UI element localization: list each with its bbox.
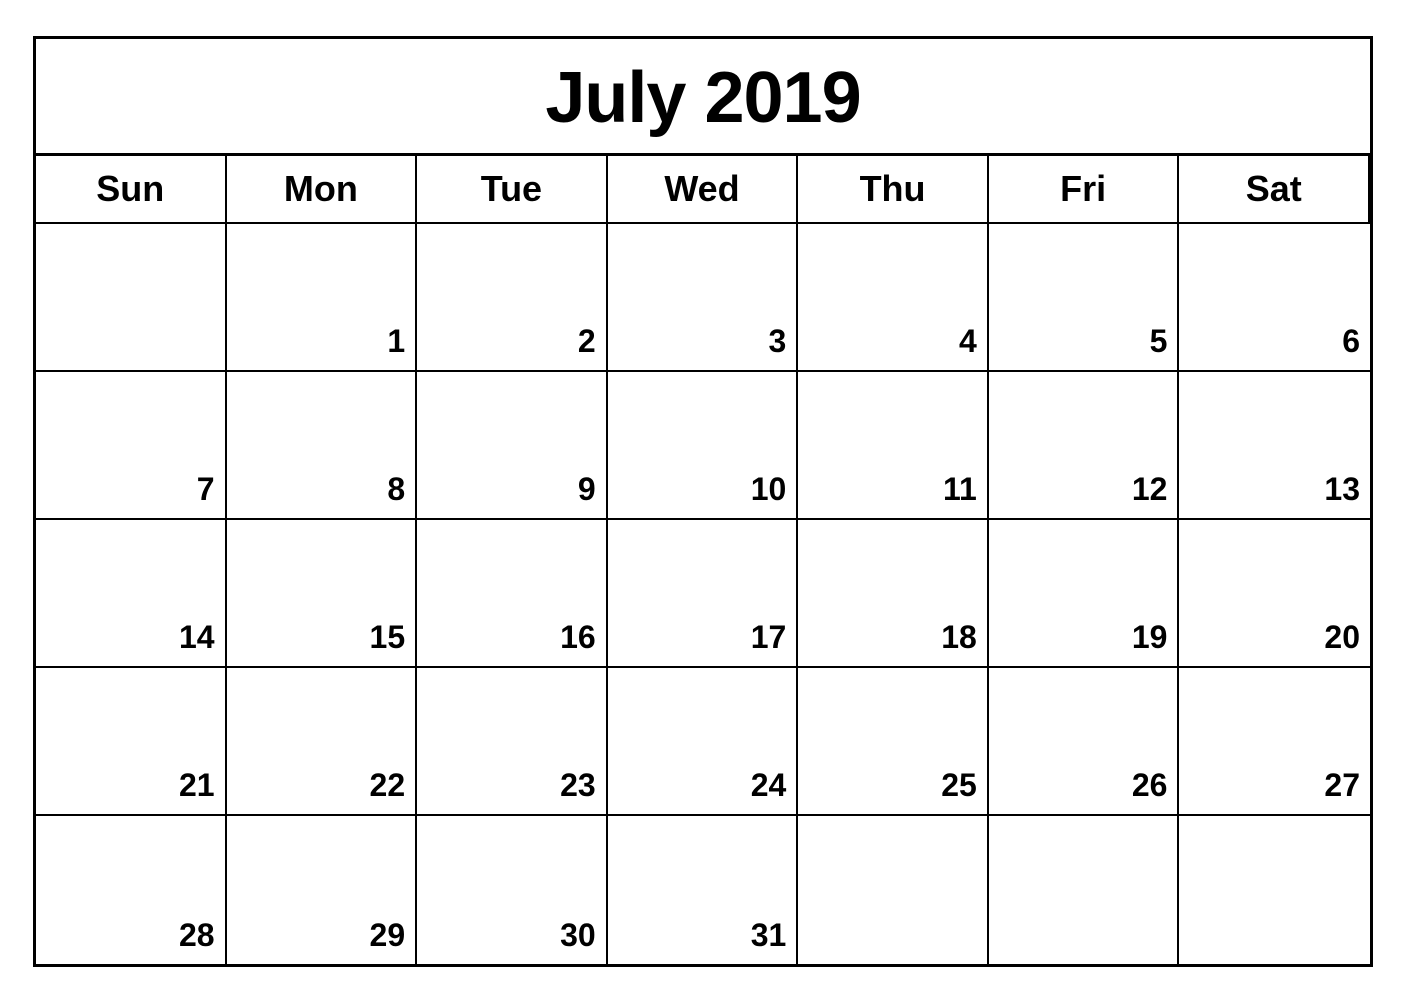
day-number: 13 — [1324, 471, 1360, 508]
day-cell[interactable]: 31 — [608, 816, 799, 964]
calendar-title: July 2019 — [36, 39, 1370, 156]
day-number: 12 — [1132, 471, 1168, 508]
day-number: 27 — [1324, 767, 1360, 804]
day-cell[interactable]: 1 — [227, 224, 418, 372]
day-header-fri: Fri — [989, 156, 1180, 224]
day-cell[interactable]: 25 — [798, 668, 989, 816]
calendar-grid: SunMonTueWedThuFriSat1234567891011121314… — [36, 156, 1370, 964]
day-number: 2 — [578, 323, 596, 360]
day-cell[interactable] — [1179, 816, 1370, 964]
day-cell[interactable]: 7 — [36, 372, 227, 520]
day-cell[interactable] — [989, 816, 1180, 964]
day-number: 22 — [370, 767, 406, 804]
day-number: 26 — [1132, 767, 1168, 804]
day-number: 28 — [179, 917, 215, 954]
day-cell[interactable]: 28 — [36, 816, 227, 964]
day-cell[interactable]: 16 — [417, 520, 608, 668]
day-number: 19 — [1132, 619, 1168, 656]
day-header-tue: Tue — [417, 156, 608, 224]
calendar: July 2019 SunMonTueWedThuFriSat123456789… — [33, 36, 1373, 967]
day-number: 17 — [751, 619, 787, 656]
day-number: 11 — [943, 471, 977, 508]
day-number: 25 — [941, 767, 977, 804]
day-number: 31 — [751, 917, 787, 954]
day-cell[interactable]: 24 — [608, 668, 799, 816]
day-cell[interactable]: 27 — [1179, 668, 1370, 816]
day-number: 20 — [1324, 619, 1360, 656]
day-cell[interactable]: 26 — [989, 668, 1180, 816]
day-number: 21 — [179, 767, 215, 804]
day-number: 29 — [370, 917, 406, 954]
day-cell[interactable]: 22 — [227, 668, 418, 816]
day-cell[interactable]: 20 — [1179, 520, 1370, 668]
day-header-thu: Thu — [798, 156, 989, 224]
day-cell[interactable]: 13 — [1179, 372, 1370, 520]
day-header-wed: Wed — [608, 156, 799, 224]
day-number: 8 — [387, 471, 405, 508]
day-number: 4 — [959, 323, 977, 360]
day-header-sat: Sat — [1179, 156, 1370, 224]
day-cell[interactable]: 29 — [227, 816, 418, 964]
day-number: 7 — [197, 471, 215, 508]
day-number: 1 — [387, 323, 405, 360]
day-number: 14 — [179, 619, 215, 656]
day-cell[interactable]: 14 — [36, 520, 227, 668]
day-cell[interactable]: 30 — [417, 816, 608, 964]
day-number: 5 — [1150, 323, 1168, 360]
day-number: 30 — [560, 917, 596, 954]
day-number: 23 — [560, 767, 596, 804]
day-number: 6 — [1342, 323, 1360, 360]
day-cell[interactable]: 19 — [989, 520, 1180, 668]
day-cell[interactable] — [36, 224, 227, 372]
day-cell[interactable]: 18 — [798, 520, 989, 668]
day-cell[interactable]: 8 — [227, 372, 418, 520]
day-cell[interactable] — [798, 816, 989, 964]
day-cell[interactable]: 11 — [798, 372, 989, 520]
day-number: 18 — [941, 619, 977, 656]
day-number: 10 — [751, 471, 787, 508]
day-number: 16 — [560, 619, 596, 656]
day-cell[interactable]: 5 — [989, 224, 1180, 372]
day-cell[interactable]: 4 — [798, 224, 989, 372]
day-cell[interactable]: 15 — [227, 520, 418, 668]
day-number: 15 — [370, 619, 406, 656]
day-header-mon: Mon — [227, 156, 418, 224]
day-number: 3 — [768, 323, 786, 360]
day-number: 9 — [578, 471, 596, 508]
day-cell[interactable]: 12 — [989, 372, 1180, 520]
day-header-sun: Sun — [36, 156, 227, 224]
day-cell[interactable]: 3 — [608, 224, 799, 372]
day-cell[interactable]: 6 — [1179, 224, 1370, 372]
day-cell[interactable]: 17 — [608, 520, 799, 668]
day-cell[interactable]: 2 — [417, 224, 608, 372]
day-number: 24 — [751, 767, 787, 804]
day-cell[interactable]: 10 — [608, 372, 799, 520]
day-cell[interactable]: 21 — [36, 668, 227, 816]
day-cell[interactable]: 9 — [417, 372, 608, 520]
day-cell[interactable]: 23 — [417, 668, 608, 816]
